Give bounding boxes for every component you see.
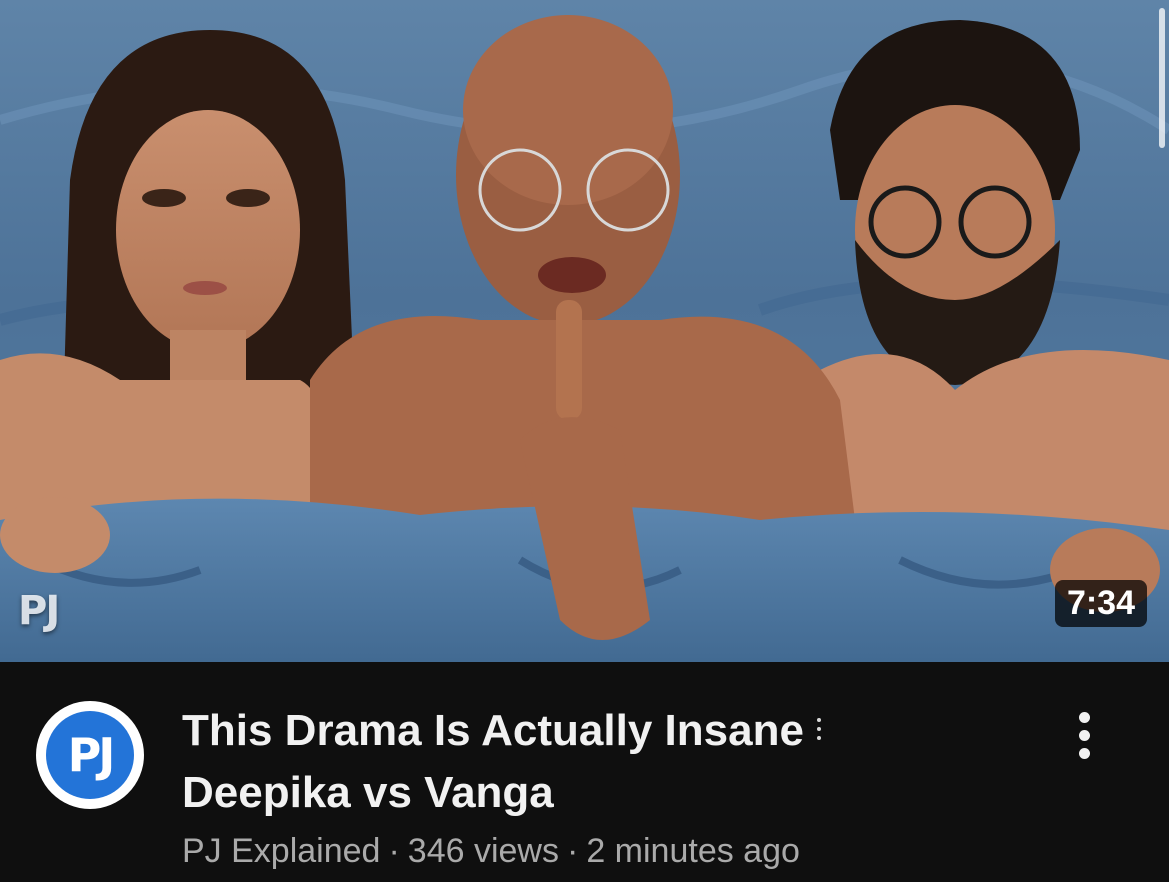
view-count: 346 views — [407, 832, 559, 870]
vertical-ellipsis-icon — [814, 712, 824, 746]
vertical-ellipsis-icon — [1079, 712, 1090, 723]
channel-avatar-logo: PJ — [46, 711, 134, 799]
scrollbar-thumb[interactable] — [1159, 8, 1165, 148]
meta-separator: · — [388, 832, 400, 870]
video-title-line-2: Deepika vs Vanga — [182, 768, 554, 817]
upload-time: 2 minutes ago — [586, 832, 800, 870]
video-title[interactable]: This Drama Is Actually Insane Deepika vs… — [182, 700, 882, 824]
channel-avatar[interactable]: PJ — [36, 701, 144, 809]
video-thumbnail[interactable]: PJ 7:34 — [0, 0, 1169, 662]
video-title-text-1: This Drama Is Actually Insane — [182, 706, 804, 755]
thumbnail-watermark: PJ — [18, 588, 60, 634]
video-title-line-1: This Drama Is Actually Insane — [182, 700, 882, 762]
vertical-ellipsis-icon — [1079, 748, 1090, 759]
thumbnail-image — [0, 15, 1169, 662]
more-options-button[interactable] — [1066, 706, 1106, 766]
channel-name[interactable]: PJ Explained — [182, 832, 380, 870]
meta-separator: · — [567, 832, 579, 870]
video-meta: PJ Explained · 346 views · 2 minutes ago — [182, 832, 800, 871]
channel-avatar-text: PJ — [67, 728, 116, 782]
vertical-ellipsis-icon — [1079, 730, 1090, 741]
duration-badge: 7:34 — [1054, 580, 1147, 627]
